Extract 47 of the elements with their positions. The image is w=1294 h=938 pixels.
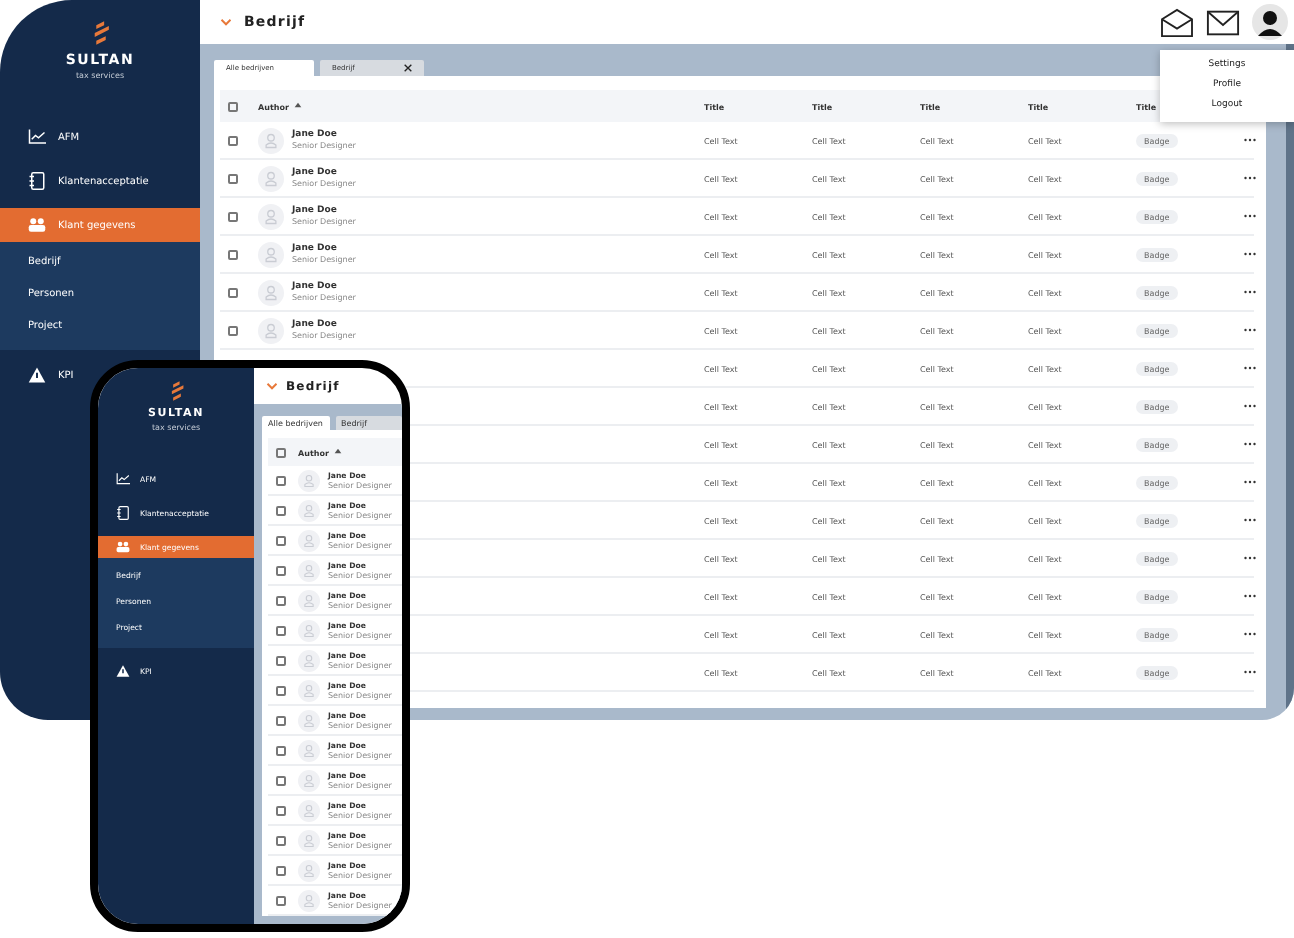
- checkbox[interactable]: [276, 775, 286, 785]
- checkbox[interactable]: [276, 865, 286, 875]
- checkbox[interactable]: [276, 835, 286, 845]
- checkbox[interactable]: [276, 745, 286, 755]
- people-icon: [28, 216, 46, 234]
- checkbox[interactable]: [276, 565, 286, 575]
- open-envelope-icon[interactable]: [1160, 7, 1194, 37]
- checkbox[interactable]: [228, 173, 238, 183]
- sort-icon[interactable]: [294, 102, 303, 110]
- logo-icon: [89, 20, 111, 46]
- checkbox[interactable]: [276, 447, 286, 457]
- checkbox[interactable]: [276, 535, 286, 545]
- envelope-icon[interactable]: [1206, 7, 1240, 37]
- notebook-icon: [28, 172, 46, 190]
- checkbox[interactable]: [228, 325, 238, 335]
- warning-icon: [28, 366, 46, 384]
- checkbox[interactable]: [276, 655, 286, 665]
- avatar-icon: [258, 279, 284, 305]
- checkbox[interactable]: [276, 805, 286, 815]
- avatar-icon: [258, 241, 284, 267]
- avatar-icon: [258, 165, 284, 191]
- avatar-icon: [258, 127, 284, 153]
- sort-icon[interactable]: [334, 448, 343, 456]
- logo-icon: [167, 380, 185, 402]
- checkbox[interactable]: [228, 249, 238, 259]
- checkbox[interactable]: [276, 505, 286, 515]
- checkbox[interactable]: [276, 895, 286, 905]
- user-avatar-icon[interactable]: [1252, 4, 1288, 40]
- chevron-down-icon[interactable]: [220, 18, 232, 26]
- warning-icon: [116, 664, 130, 678]
- chevron-down-icon[interactable]: [266, 382, 278, 390]
- notebook-icon: [116, 506, 130, 520]
- checkbox[interactable]: [276, 625, 286, 635]
- checkbox[interactable]: [228, 135, 238, 145]
- line-chart-icon: [28, 128, 46, 146]
- checkbox[interactable]: [276, 475, 286, 485]
- checkbox[interactable]: [228, 211, 238, 221]
- avatar-icon: [258, 203, 284, 229]
- checkbox[interactable]: [276, 595, 286, 605]
- people-icon: [116, 540, 130, 554]
- checkbox[interactable]: [276, 715, 286, 725]
- avatar-icon: [258, 317, 284, 343]
- close-icon[interactable]: [404, 64, 412, 72]
- checkbox[interactable]: [276, 685, 286, 695]
- checkbox[interactable]: [228, 287, 238, 297]
- checkbox[interactable]: [228, 101, 238, 111]
- line-chart-icon: [116, 472, 130, 486]
